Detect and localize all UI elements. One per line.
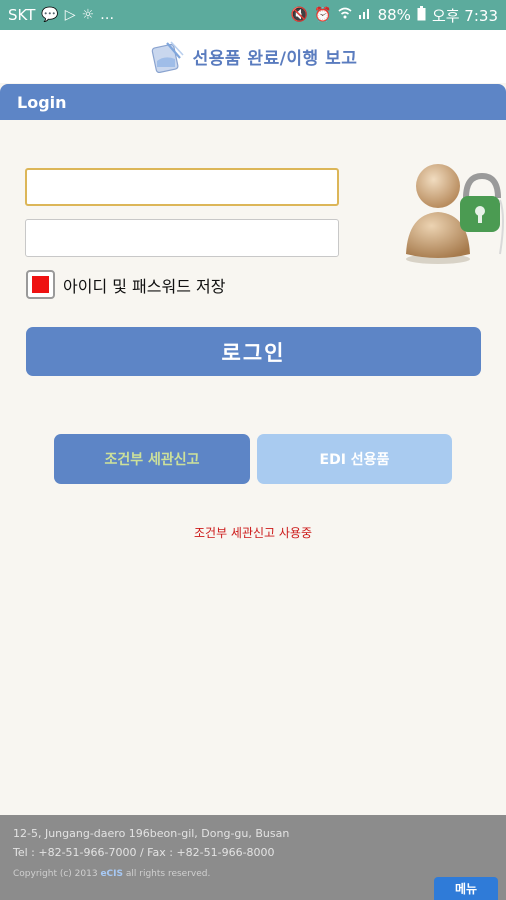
copyright-suffix: all rights reserved. [125, 869, 211, 879]
battery-percent: 88% [377, 6, 411, 24]
user-id-input[interactable] [25, 168, 339, 206]
more-icon: … [100, 7, 115, 23]
wifi-icon [338, 6, 352, 24]
status-right: 🔇 ⏰ 88% 오후 7:33 [291, 5, 498, 26]
copyright-prefix: Copyright (c) 2013 [13, 869, 98, 879]
edi-supplies-button[interactable]: EDI 선용품 [257, 434, 452, 484]
carrier-label: SKT [8, 6, 36, 24]
signal-icon [358, 6, 372, 24]
mode-status-message: 조건부 세관신고 사용중 [193, 526, 313, 540]
clock: 오후 7:33 [431, 6, 498, 25]
footer-contact: Tel : +82-51-966-7000 / Fax : +82-51-966… [13, 846, 275, 859]
battery-icon [417, 5, 426, 25]
login-section-heading: Login [0, 84, 506, 120]
login-button[interactable]: 로그인 [26, 327, 481, 376]
remember-label: 아이디 및 패스워드 저장 [63, 276, 226, 296]
mute-icon: 🔇 [290, 7, 309, 23]
page-title: 선용품 완료/이행 보고 [192, 49, 358, 69]
remember-checkbox[interactable] [26, 270, 55, 299]
status-left: SKT 💬 ▷ ☼ … [8, 6, 291, 24]
conditional-customs-button[interactable]: 조건부 세관신고 [54, 434, 250, 484]
footer-copyright: Copyright (c) 2013 eCIS all rights reser… [13, 869, 506, 879]
chat-icon: 💬 [41, 7, 59, 23]
status-bar: SKT 💬 ▷ ☼ … 🔇 ⏰ 88% 오후 7:33 [0, 0, 506, 30]
brightness-icon: ☼ [81, 7, 95, 23]
menu-button[interactable]: 메뉴 [434, 877, 498, 900]
app-header: 선용품 완료/이행 보고 [0, 30, 506, 83]
alarm-icon: ⏰ [314, 7, 332, 23]
user-lock-icon [400, 156, 506, 266]
remember-credentials[interactable]: 아이디 및 패스워드 저장 [26, 270, 225, 299]
password-input[interactable] [25, 219, 339, 257]
footer: 12-5, Jungang-daero 196beon-gil, Dong-gu… [0, 815, 506, 900]
brand-link[interactable]: eCIS [100, 869, 123, 879]
app-logo-icon [149, 39, 185, 75]
footer-address: 12-5, Jungang-daero 196beon-gil, Dong-gu… [13, 827, 290, 840]
play-store-icon: ▷ [64, 7, 76, 23]
checkbox-checked-mark [32, 276, 49, 293]
